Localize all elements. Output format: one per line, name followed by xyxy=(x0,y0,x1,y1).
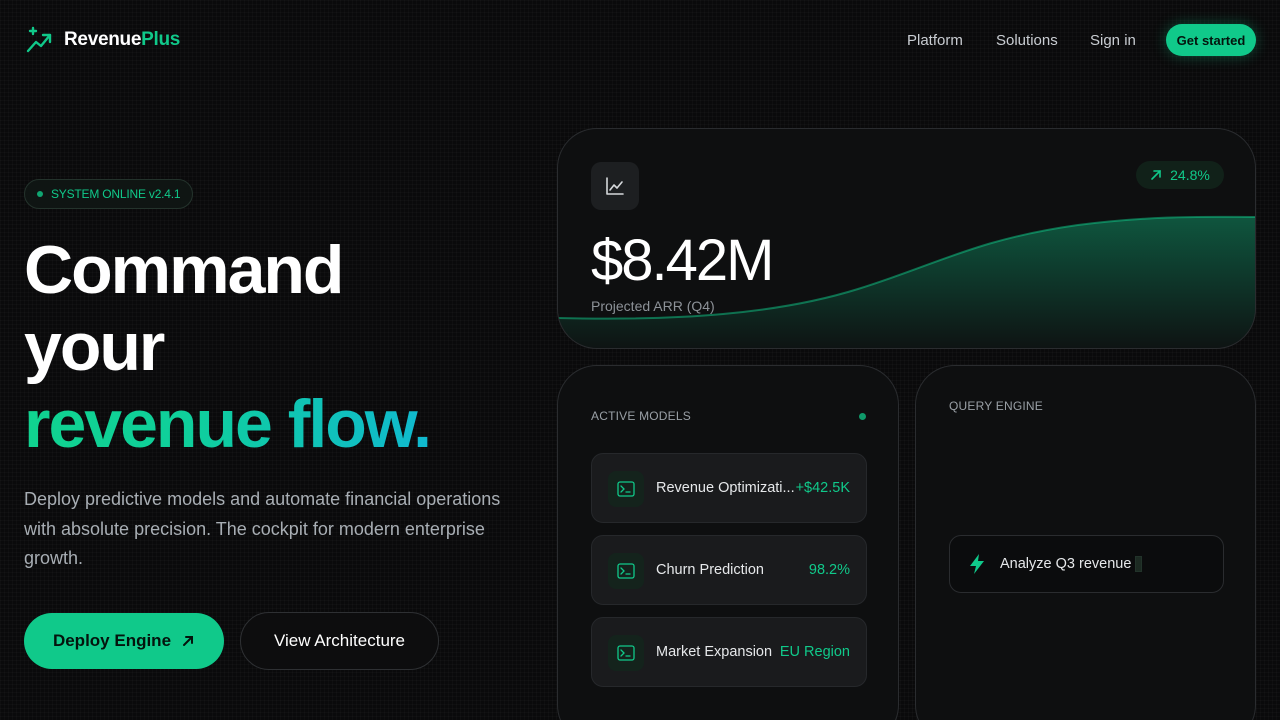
deploy-engine-label: Deploy Engine xyxy=(52,631,172,650)
arr-label: Projected ARR (Q4) xyxy=(591,298,715,314)
trend-value: 24.8% xyxy=(1170,167,1210,183)
text-cursor xyxy=(1135,556,1143,573)
hero-subtitle: Deploy predictive models and automate fi… xyxy=(24,489,501,568)
status-dot xyxy=(37,191,43,197)
deploy-engine-button[interactable]: Deploy Engine xyxy=(24,613,224,669)
model-metric: +$42.5K xyxy=(795,480,850,496)
hero-headline: Command your revenue flow. xyxy=(24,232,432,463)
query-engine-label: QUERY ENGINE xyxy=(949,399,1043,413)
trend-badge: 24.8% xyxy=(1136,161,1224,189)
view-architecture-button[interactable]: View Architecture xyxy=(240,612,439,670)
brand-name: RevenuePlus xyxy=(64,29,181,50)
arr-icon-box xyxy=(591,162,639,210)
nav-link-sign-in[interactable]: Sign in xyxy=(1090,32,1136,49)
model-name: Churn Prediction xyxy=(656,562,764,578)
headline-line-2: your xyxy=(24,309,165,385)
terminal-icon xyxy=(608,553,644,589)
active-models-card: ACTIVE MODELS Revenue Optimizati... +$42… xyxy=(557,365,899,720)
brand-logo[interactable]: RevenuePlus xyxy=(26,26,180,54)
query-input[interactable]: Analyze Q3 revenue xyxy=(949,535,1224,593)
terminal-icon xyxy=(608,635,644,671)
line-chart-icon xyxy=(606,177,624,195)
model-row-revenue-optimization[interactable]: Revenue Optimizati... +$42.5K xyxy=(591,453,867,523)
headline-line-3: revenue flow. xyxy=(24,386,432,462)
nav-link-platform[interactable]: Platform xyxy=(907,32,963,49)
arrow-up-right-icon xyxy=(1151,170,1161,180)
arr-value: $8.42M xyxy=(591,228,774,293)
model-row-churn-prediction[interactable]: Churn Prediction 98.2% xyxy=(591,535,867,605)
model-name: Market Expansion xyxy=(656,644,773,660)
trend-up-sparkle-icon xyxy=(26,26,52,53)
active-models-label: ACTIVE MODELS xyxy=(591,409,691,423)
model-metric: 98.2% xyxy=(808,562,850,578)
top-nav: RevenuePlus Platform Solutions Sign in G… xyxy=(0,0,1280,80)
model-metric: EU Region xyxy=(779,644,850,660)
terminal-icon xyxy=(608,471,644,507)
models-status-dot xyxy=(859,413,866,420)
system-status-badge: SYSTEM ONLINE v2.4.1 xyxy=(24,179,194,209)
get-started-button[interactable]: Get started xyxy=(1166,24,1256,56)
query-input-value: Analyze Q3 revenue xyxy=(1000,556,1143,573)
model-name: Revenue Optimizati... xyxy=(656,480,795,496)
arrow-up-right-icon xyxy=(183,636,194,646)
lightning-icon xyxy=(970,554,984,574)
model-row-market-expansion[interactable]: Market Expansion EU Region xyxy=(591,617,867,687)
headline-line-1: Command xyxy=(24,232,344,308)
status-text: SYSTEM ONLINE v2.4.1 xyxy=(51,187,181,201)
arr-card: 24.8% $8.42M Projected ARR (Q4) xyxy=(557,128,1256,349)
query-engine-card: QUERY ENGINE Analyze Q3 revenue xyxy=(915,365,1256,720)
nav-link-solutions[interactable]: Solutions xyxy=(996,32,1058,49)
